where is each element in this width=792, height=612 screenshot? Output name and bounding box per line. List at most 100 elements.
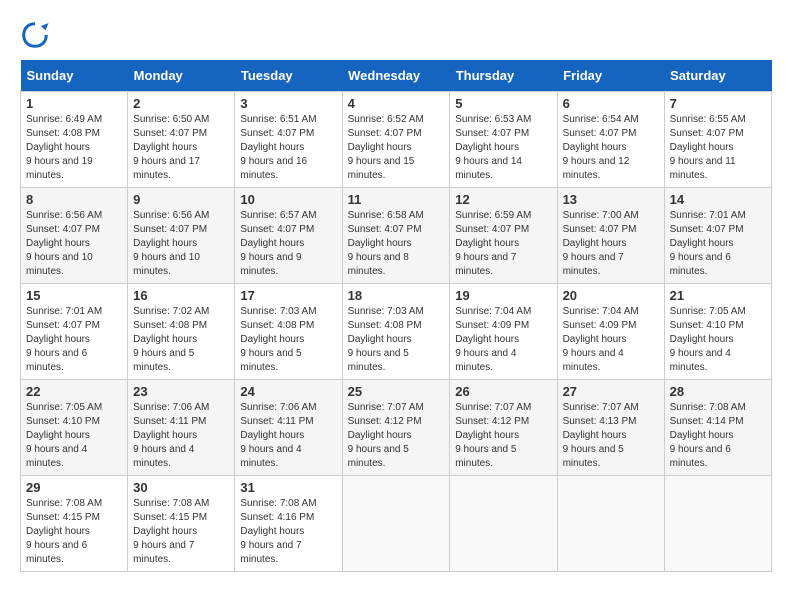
calendar-header-friday: Friday <box>557 60 664 92</box>
day-number: 3 <box>240 96 336 111</box>
calendar-cell: 16 Sunrise: 7:02 AM Sunset: 4:08 PM Dayl… <box>128 284 235 380</box>
calendar-cell: 12 Sunrise: 6:59 AM Sunset: 4:07 PM Dayl… <box>450 188 557 284</box>
day-number: 16 <box>133 288 229 303</box>
day-number: 1 <box>26 96 122 111</box>
day-number: 26 <box>455 384 551 399</box>
day-info: Sunrise: 7:08 AM Sunset: 4:15 PM Dayligh… <box>133 498 209 565</box>
day-number: 19 <box>455 288 551 303</box>
logo <box>20 20 54 50</box>
calendar-header-sunday: Sunday <box>21 60 128 92</box>
day-info: Sunrise: 7:06 AM Sunset: 4:11 PM Dayligh… <box>240 402 316 469</box>
day-number: 13 <box>563 192 659 207</box>
calendar-cell: 20 Sunrise: 7:04 AM Sunset: 4:09 PM Dayl… <box>557 284 664 380</box>
calendar-table: SundayMondayTuesdayWednesdayThursdayFrid… <box>20 60 772 572</box>
calendar-cell: 23 Sunrise: 7:06 AM Sunset: 4:11 PM Dayl… <box>128 380 235 476</box>
day-info: Sunrise: 6:53 AM Sunset: 4:07 PM Dayligh… <box>455 114 531 181</box>
calendar-cell: 18 Sunrise: 7:03 AM Sunset: 4:08 PM Dayl… <box>342 284 450 380</box>
day-number: 14 <box>670 192 766 207</box>
calendar-cell: 10 Sunrise: 6:57 AM Sunset: 4:07 PM Dayl… <box>235 188 342 284</box>
day-info: Sunrise: 7:01 AM Sunset: 4:07 PM Dayligh… <box>670 210 746 277</box>
day-number: 31 <box>240 480 336 495</box>
calendar-cell: 6 Sunrise: 6:54 AM Sunset: 4:07 PM Dayli… <box>557 92 664 188</box>
day-number: 12 <box>455 192 551 207</box>
calendar-cell <box>664 476 771 572</box>
calendar-week-3: 15 Sunrise: 7:01 AM Sunset: 4:07 PM Dayl… <box>21 284 772 380</box>
calendar-cell: 5 Sunrise: 6:53 AM Sunset: 4:07 PM Dayli… <box>450 92 557 188</box>
day-number: 28 <box>670 384 766 399</box>
day-number: 10 <box>240 192 336 207</box>
day-info: Sunrise: 7:07 AM Sunset: 4:13 PM Dayligh… <box>563 402 639 469</box>
day-info: Sunrise: 6:56 AM Sunset: 4:07 PM Dayligh… <box>133 210 209 277</box>
calendar-cell: 26 Sunrise: 7:07 AM Sunset: 4:12 PM Dayl… <box>450 380 557 476</box>
day-info: Sunrise: 7:04 AM Sunset: 4:09 PM Dayligh… <box>563 306 639 373</box>
calendar-cell: 28 Sunrise: 7:08 AM Sunset: 4:14 PM Dayl… <box>664 380 771 476</box>
day-number: 5 <box>455 96 551 111</box>
day-info: Sunrise: 7:01 AM Sunset: 4:07 PM Dayligh… <box>26 306 102 373</box>
day-info: Sunrise: 7:03 AM Sunset: 4:08 PM Dayligh… <box>240 306 316 373</box>
day-info: Sunrise: 7:05 AM Sunset: 4:10 PM Dayligh… <box>670 306 746 373</box>
day-number: 24 <box>240 384 336 399</box>
calendar-header-thursday: Thursday <box>450 60 557 92</box>
calendar-cell: 4 Sunrise: 6:52 AM Sunset: 4:07 PM Dayli… <box>342 92 450 188</box>
calendar-cell: 31 Sunrise: 7:08 AM Sunset: 4:16 PM Dayl… <box>235 476 342 572</box>
calendar-cell: 17 Sunrise: 7:03 AM Sunset: 4:08 PM Dayl… <box>235 284 342 380</box>
day-info: Sunrise: 6:55 AM Sunset: 4:07 PM Dayligh… <box>670 114 746 181</box>
page-header <box>20 20 772 50</box>
day-number: 21 <box>670 288 766 303</box>
calendar-week-1: 1 Sunrise: 6:49 AM Sunset: 4:08 PM Dayli… <box>21 92 772 188</box>
day-info: Sunrise: 6:58 AM Sunset: 4:07 PM Dayligh… <box>348 210 424 277</box>
calendar-cell: 21 Sunrise: 7:05 AM Sunset: 4:10 PM Dayl… <box>664 284 771 380</box>
day-info: Sunrise: 7:07 AM Sunset: 4:12 PM Dayligh… <box>348 402 424 469</box>
calendar-cell: 13 Sunrise: 7:00 AM Sunset: 4:07 PM Dayl… <box>557 188 664 284</box>
calendar-cell: 25 Sunrise: 7:07 AM Sunset: 4:12 PM Dayl… <box>342 380 450 476</box>
calendar-cell: 7 Sunrise: 6:55 AM Sunset: 4:07 PM Dayli… <box>664 92 771 188</box>
day-number: 18 <box>348 288 445 303</box>
day-number: 8 <box>26 192 122 207</box>
calendar-cell <box>342 476 450 572</box>
day-info: Sunrise: 7:03 AM Sunset: 4:08 PM Dayligh… <box>348 306 424 373</box>
calendar-cell <box>450 476 557 572</box>
logo-icon <box>20 20 50 50</box>
day-number: 9 <box>133 192 229 207</box>
day-info: Sunrise: 6:59 AM Sunset: 4:07 PM Dayligh… <box>455 210 531 277</box>
calendar-cell: 19 Sunrise: 7:04 AM Sunset: 4:09 PM Dayl… <box>450 284 557 380</box>
day-number: 15 <box>26 288 122 303</box>
day-info: Sunrise: 7:08 AM Sunset: 4:14 PM Dayligh… <box>670 402 746 469</box>
calendar-cell: 9 Sunrise: 6:56 AM Sunset: 4:07 PM Dayli… <box>128 188 235 284</box>
calendar-week-5: 29 Sunrise: 7:08 AM Sunset: 4:15 PM Dayl… <box>21 476 772 572</box>
day-info: Sunrise: 6:50 AM Sunset: 4:07 PM Dayligh… <box>133 114 209 181</box>
day-info: Sunrise: 7:04 AM Sunset: 4:09 PM Dayligh… <box>455 306 531 373</box>
day-number: 17 <box>240 288 336 303</box>
day-number: 20 <box>563 288 659 303</box>
calendar-cell: 1 Sunrise: 6:49 AM Sunset: 4:08 PM Dayli… <box>21 92 128 188</box>
calendar-header-tuesday: Tuesday <box>235 60 342 92</box>
day-info: Sunrise: 6:57 AM Sunset: 4:07 PM Dayligh… <box>240 210 316 277</box>
calendar-cell: 22 Sunrise: 7:05 AM Sunset: 4:10 PM Dayl… <box>21 380 128 476</box>
calendar-header-row: SundayMondayTuesdayWednesdayThursdayFrid… <box>21 60 772 92</box>
day-number: 6 <box>563 96 659 111</box>
day-info: Sunrise: 7:08 AM Sunset: 4:16 PM Dayligh… <box>240 498 316 565</box>
day-info: Sunrise: 6:51 AM Sunset: 4:07 PM Dayligh… <box>240 114 316 181</box>
day-number: 27 <box>563 384 659 399</box>
calendar-header-saturday: Saturday <box>664 60 771 92</box>
day-info: Sunrise: 7:00 AM Sunset: 4:07 PM Dayligh… <box>563 210 639 277</box>
calendar-cell: 14 Sunrise: 7:01 AM Sunset: 4:07 PM Dayl… <box>664 188 771 284</box>
calendar-header-wednesday: Wednesday <box>342 60 450 92</box>
day-number: 22 <box>26 384 122 399</box>
day-number: 7 <box>670 96 766 111</box>
day-info: Sunrise: 7:05 AM Sunset: 4:10 PM Dayligh… <box>26 402 102 469</box>
day-info: Sunrise: 6:52 AM Sunset: 4:07 PM Dayligh… <box>348 114 424 181</box>
calendar-cell: 3 Sunrise: 6:51 AM Sunset: 4:07 PM Dayli… <box>235 92 342 188</box>
day-info: Sunrise: 7:08 AM Sunset: 4:15 PM Dayligh… <box>26 498 102 565</box>
day-info: Sunrise: 7:07 AM Sunset: 4:12 PM Dayligh… <box>455 402 531 469</box>
day-number: 4 <box>348 96 445 111</box>
calendar-week-4: 22 Sunrise: 7:05 AM Sunset: 4:10 PM Dayl… <box>21 380 772 476</box>
day-info: Sunrise: 7:06 AM Sunset: 4:11 PM Dayligh… <box>133 402 209 469</box>
day-info: Sunrise: 7:02 AM Sunset: 4:08 PM Dayligh… <box>133 306 209 373</box>
calendar-cell <box>557 476 664 572</box>
calendar-cell: 15 Sunrise: 7:01 AM Sunset: 4:07 PM Dayl… <box>21 284 128 380</box>
calendar-header-monday: Monday <box>128 60 235 92</box>
day-info: Sunrise: 6:56 AM Sunset: 4:07 PM Dayligh… <box>26 210 102 277</box>
calendar-cell: 29 Sunrise: 7:08 AM Sunset: 4:15 PM Dayl… <box>21 476 128 572</box>
calendar-cell: 11 Sunrise: 6:58 AM Sunset: 4:07 PM Dayl… <box>342 188 450 284</box>
